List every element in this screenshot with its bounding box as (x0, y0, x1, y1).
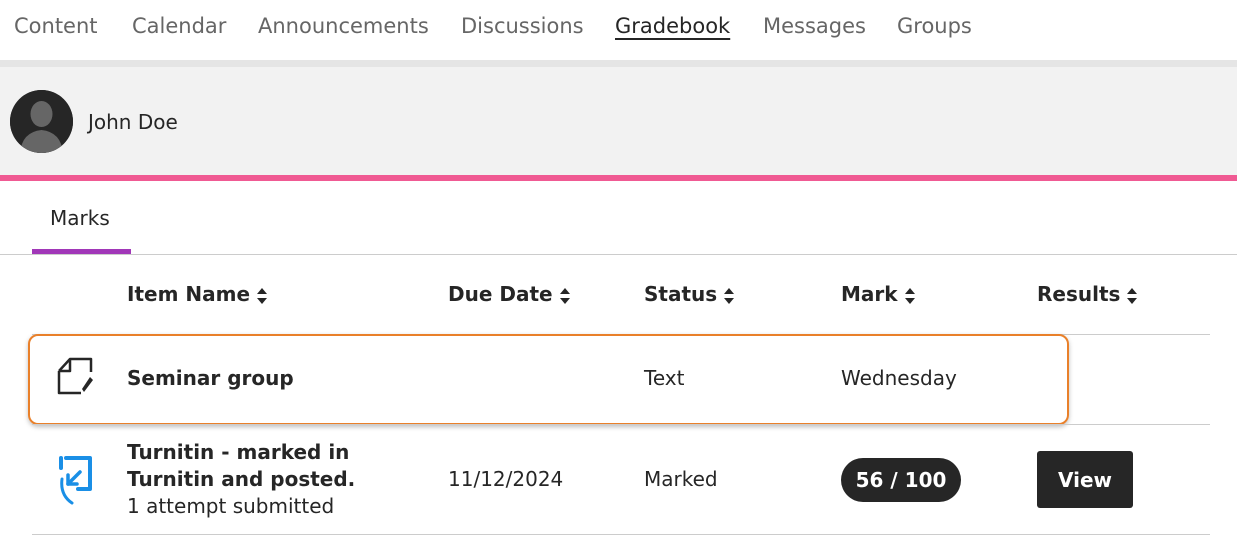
status-text: Marked (644, 467, 718, 491)
sort-icon (904, 287, 915, 304)
tab-marks-label: Marks (50, 206, 110, 230)
accent-bar (0, 175, 1237, 181)
due-date: 11/12/2024 (448, 467, 564, 491)
row-divider (32, 424, 1210, 425)
user-header: John Doe (0, 67, 1237, 175)
focus-highlight (28, 334, 1069, 425)
item-name-line1[interactable]: Turnitin - marked in (127, 440, 349, 464)
nav-discussions[interactable]: Discussions (461, 14, 584, 38)
column-header-label: Results (1037, 282, 1121, 306)
turnitin-icon (59, 456, 92, 505)
nav-messages[interactable]: Messages (763, 14, 866, 38)
column-header-label: Status (644, 282, 718, 306)
user-name: John Doe (88, 110, 178, 134)
course-nav: Content Calendar Announcements Discussio… (0, 0, 1237, 60)
column-header-item-name[interactable]: Item Name (127, 282, 268, 306)
sort-icon (724, 287, 735, 304)
column-header-due-date[interactable]: Due Date (448, 282, 571, 306)
column-header-label: Mark (841, 282, 898, 306)
nav-announcements[interactable]: Announcements (258, 14, 429, 38)
nav-calendar[interactable]: Calendar (132, 14, 226, 38)
grade-pill[interactable]: 56 / 100 (841, 458, 961, 502)
column-header-mark[interactable]: Mark (841, 282, 916, 306)
sort-icon (559, 287, 570, 304)
view-button[interactable]: View (1037, 451, 1133, 508)
nav-content[interactable]: Content (14, 14, 98, 38)
avatar[interactable] (10, 90, 73, 153)
column-header-results[interactable]: Results (1037, 282, 1138, 306)
nav-gradebook[interactable]: Gradebook (615, 14, 730, 38)
tab-divider (0, 254, 1237, 255)
tab-marks[interactable]: Marks (32, 190, 131, 254)
nav-divider (0, 60, 1237, 67)
sort-icon (1127, 287, 1138, 304)
row-divider (32, 534, 1210, 535)
nav-groups[interactable]: Groups (897, 14, 972, 38)
column-header-status[interactable]: Status (644, 282, 735, 306)
column-header-label: Due Date (448, 282, 553, 306)
item-name-line2[interactable]: Turnitin and posted. (127, 467, 355, 491)
attempt-count: 1 attempt submitted (127, 494, 335, 518)
sort-icon (257, 287, 268, 304)
user-silhouette-icon (10, 90, 73, 153)
column-header-label: Item Name (127, 282, 251, 306)
